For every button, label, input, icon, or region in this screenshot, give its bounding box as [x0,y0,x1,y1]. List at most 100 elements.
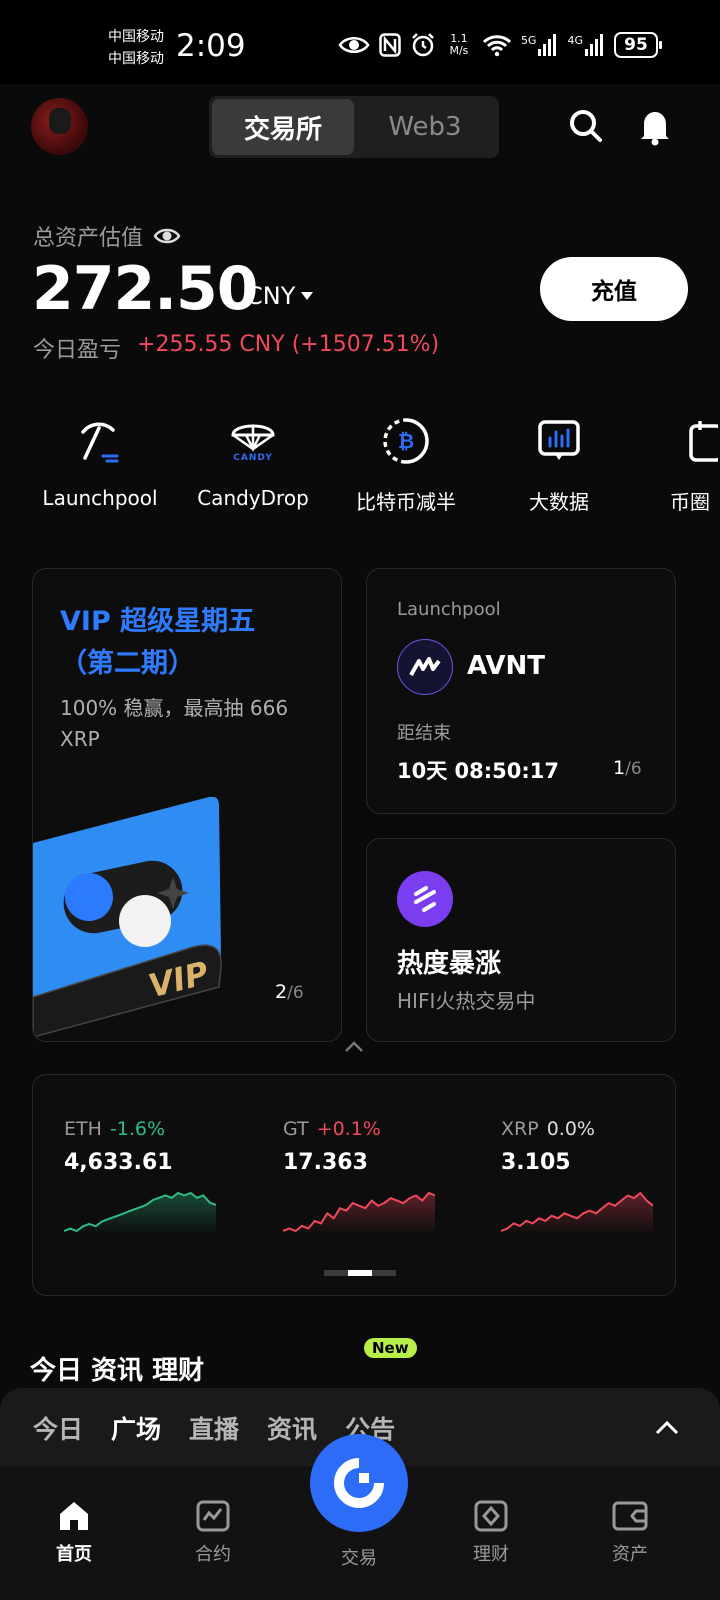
vip-title: VIP 超级星期五 （第二期） [60,601,255,685]
ticker-pagination [324,1270,396,1276]
launchpool-label: Launchpool [397,599,501,620]
nav-trade-label: 交易 [341,1548,377,1569]
eye-toggle-icon[interactable] [153,226,181,246]
sparkline-chart [63,1191,217,1235]
shortcut-big-data[interactable]: 大数据 [481,414,637,515]
tab-square[interactable]: 广场 [111,1410,161,1446]
wallet-icon [612,1501,648,1531]
pager-total: /6 [287,983,304,1003]
hot-trending-card[interactable]: 热度暴涨 HIFI火热交易中 [366,838,676,1042]
shortcut-launchpool[interactable]: Launchpool [22,414,178,510]
battery-icon: 95 [614,32,662,58]
ticker-symbol: XRP [501,1118,539,1140]
avatar[interactable] [31,98,88,155]
sparkline-area [64,1193,216,1235]
deposit-button[interactable]: 充值 [540,257,688,321]
ticker-head: GT +0.1% [283,1118,463,1140]
hot-subtitle: HIFI火热交易中 [397,989,536,1013]
pnl-amount: +255.55 CNY [137,332,285,357]
tab-exchange[interactable]: 交易所 [212,99,354,155]
candy-parachute-icon [231,424,275,452]
tab-live[interactable]: 直播 [189,1410,239,1446]
nav-label: 首页 [56,1544,92,1565]
shortcut-label: CandyDrop [197,486,309,510]
sparkline-chart [500,1191,654,1235]
nav-label: 理财 [473,1544,509,1565]
total-assets-label: 总资产估值 [33,226,144,251]
pager-current: 1 [613,757,626,779]
bell-icon[interactable] [638,108,672,146]
nav-earn[interactable]: 理财 [441,1496,541,1566]
vip-description: 100% 稳赢，最高抽 666 XRP [60,696,289,751]
exchange-web3-switch: 交易所 Web3 [209,96,499,158]
ends-label: 距结束 [397,723,451,744]
ticker-symbol: ETH [64,1118,102,1140]
carrier-2: 中国移动 [108,51,164,67]
home-icon [60,1502,88,1530]
pager-current: 2 [275,981,288,1003]
nav-label: 合约 [195,1544,231,1565]
ticker-head: XRP 0.0% [501,1118,681,1140]
shortcut-candydrop[interactable]: CANDY CandyDrop [175,414,331,510]
hot-title: 热度暴涨 [397,949,502,979]
nav-trade-button[interactable] [310,1434,408,1532]
system-icons: 1.1 M/s 5G 4G 95 [338,32,662,58]
signal-5g: 5G [521,34,559,56]
signal-4g: 4G [567,34,605,56]
new-badge: New [364,1338,417,1358]
status-bar: 中国移动 中国移动 2:09 1.1 M/s 5G 4G 95 [0,0,720,84]
svg-text:₿: ₿ [398,429,414,453]
tab-today[interactable]: 今日 [33,1410,83,1446]
pnl-label: 今日盈亏 [33,338,122,363]
ticker-change: +0.1% [316,1118,381,1140]
launchpool-card-pager: 1/6 [613,757,642,779]
vip-card-pager: 2/6 [275,981,304,1003]
avnt-logo-icon [397,639,453,695]
shortcut-partial[interactable]: 币圈 [634,414,720,515]
partial-icon [689,421,718,462]
bottom-nav: 首页 合约 交易 理财 资产 [0,1434,720,1600]
ticker-eth[interactable]: ETH -1.6% 4,633.61 [63,1118,244,1239]
search-icon[interactable] [568,108,604,144]
currency-selector[interactable]: CNY [246,282,314,310]
vip-illustration: VIP [33,797,222,1037]
futures-chart-icon [196,1500,230,1532]
home-screen: 交易所 Web3 总资产估值 272.50 CNY 充值 今日盈亏 +255.5… [0,84,720,1600]
vip-title-line2: （第二期） [60,648,195,679]
tab-web3[interactable]: Web3 [354,99,496,155]
nav-label: 资产 [612,1544,648,1565]
shortcut-label: Launchpool [42,486,158,510]
ticker-xrp[interactable]: XRP 0.0% 3.105 [500,1118,681,1239]
nav-home[interactable]: 首页 [24,1496,124,1566]
pickaxe-icon [81,422,119,463]
ticker-price: 17.363 [283,1150,368,1175]
nav-assets[interactable]: 资产 [580,1496,680,1566]
chevron-up-icon[interactable] [344,1040,364,1054]
pnl-value: +255.55 CNY (+1507.51%) [137,332,439,364]
page-dot [324,1270,348,1276]
chevron-up-icon[interactable] [654,1420,680,1436]
shortcut-btc-halving[interactable]: ₿ 比特币减半 [328,414,484,515]
total-assets-label-row: 总资产估值 [33,220,181,252]
ticker-gt[interactable]: GT +0.1% 17.363 [282,1118,463,1239]
ticker-change: -1.6% [109,1118,166,1140]
signal-4g-label: 4G [567,34,583,47]
shortcut-row: Launchpool CANDY CandyDrop ₿ 比特币减半 大数据 币… [0,414,720,524]
signal-bars-icon [585,34,603,56]
net-speed-unit: M/s [449,44,469,57]
section-header-peek: 今日 资讯 理财 [30,1356,205,1386]
carrier-labels: 中国移动 中国移动 [108,26,164,70]
earn-diamond-icon [474,1500,508,1532]
pnl-percent: (+1507.51%) [291,332,440,357]
nav-futures[interactable]: 合约 [163,1496,263,1566]
caret-down-icon [301,292,314,300]
clock: 2:09 [176,28,246,64]
eye-comfort-icon [338,37,370,53]
vip-promo-card[interactable]: VIP 超级星期五 （第二期） 100% 稳赢，最高抽 666 XRP VIP … [32,568,342,1042]
bitcoin-halving-icon: ₿ [383,418,429,464]
today-pnl: 今日盈亏 +255.55 CNY (+1507.51%) [33,332,439,364]
launchpool-card[interactable]: Launchpool AVNT 距结束 10天 08:50:17 1/6 [366,568,676,814]
ticker-head: ETH -1.6% [64,1118,244,1140]
shortcut-label: 比特币减半 [356,490,456,514]
tab-news[interactable]: 资讯 [267,1410,317,1446]
